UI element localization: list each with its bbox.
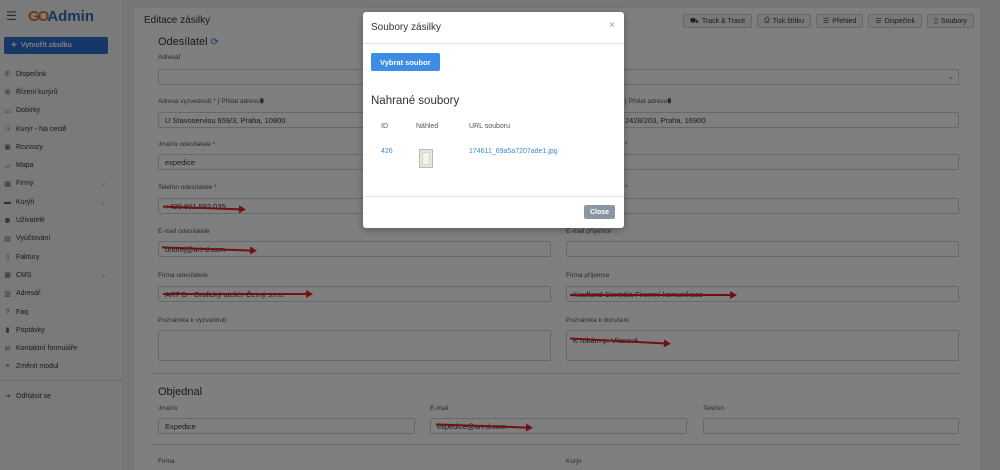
modal-title: Soubory zásilky (371, 22, 442, 33)
uploaded-files-title: Nahrané soubory (371, 95, 460, 107)
column-header-preview: Náhled (416, 123, 439, 130)
modal-divider (363, 43, 624, 44)
close-icon[interactable]: × (609, 20, 615, 31)
close-button[interactable]: Close (583, 205, 615, 219)
column-header-url: URL souboru (469, 123, 510, 130)
files-modal: Soubory zásilky × Vybrat soubor Nahrané … (363, 12, 624, 228)
file-url-link[interactable]: 174611_69a5a7207ade1.jpg (469, 148, 558, 155)
choose-file-button[interactable]: Vybrat soubor (371, 53, 440, 71)
modal-divider (363, 196, 624, 197)
file-id: 426 (381, 148, 393, 155)
column-header-id: ID (381, 123, 388, 130)
file-thumbnail[interactable] (419, 149, 433, 168)
thumbnail-image (422, 152, 430, 165)
